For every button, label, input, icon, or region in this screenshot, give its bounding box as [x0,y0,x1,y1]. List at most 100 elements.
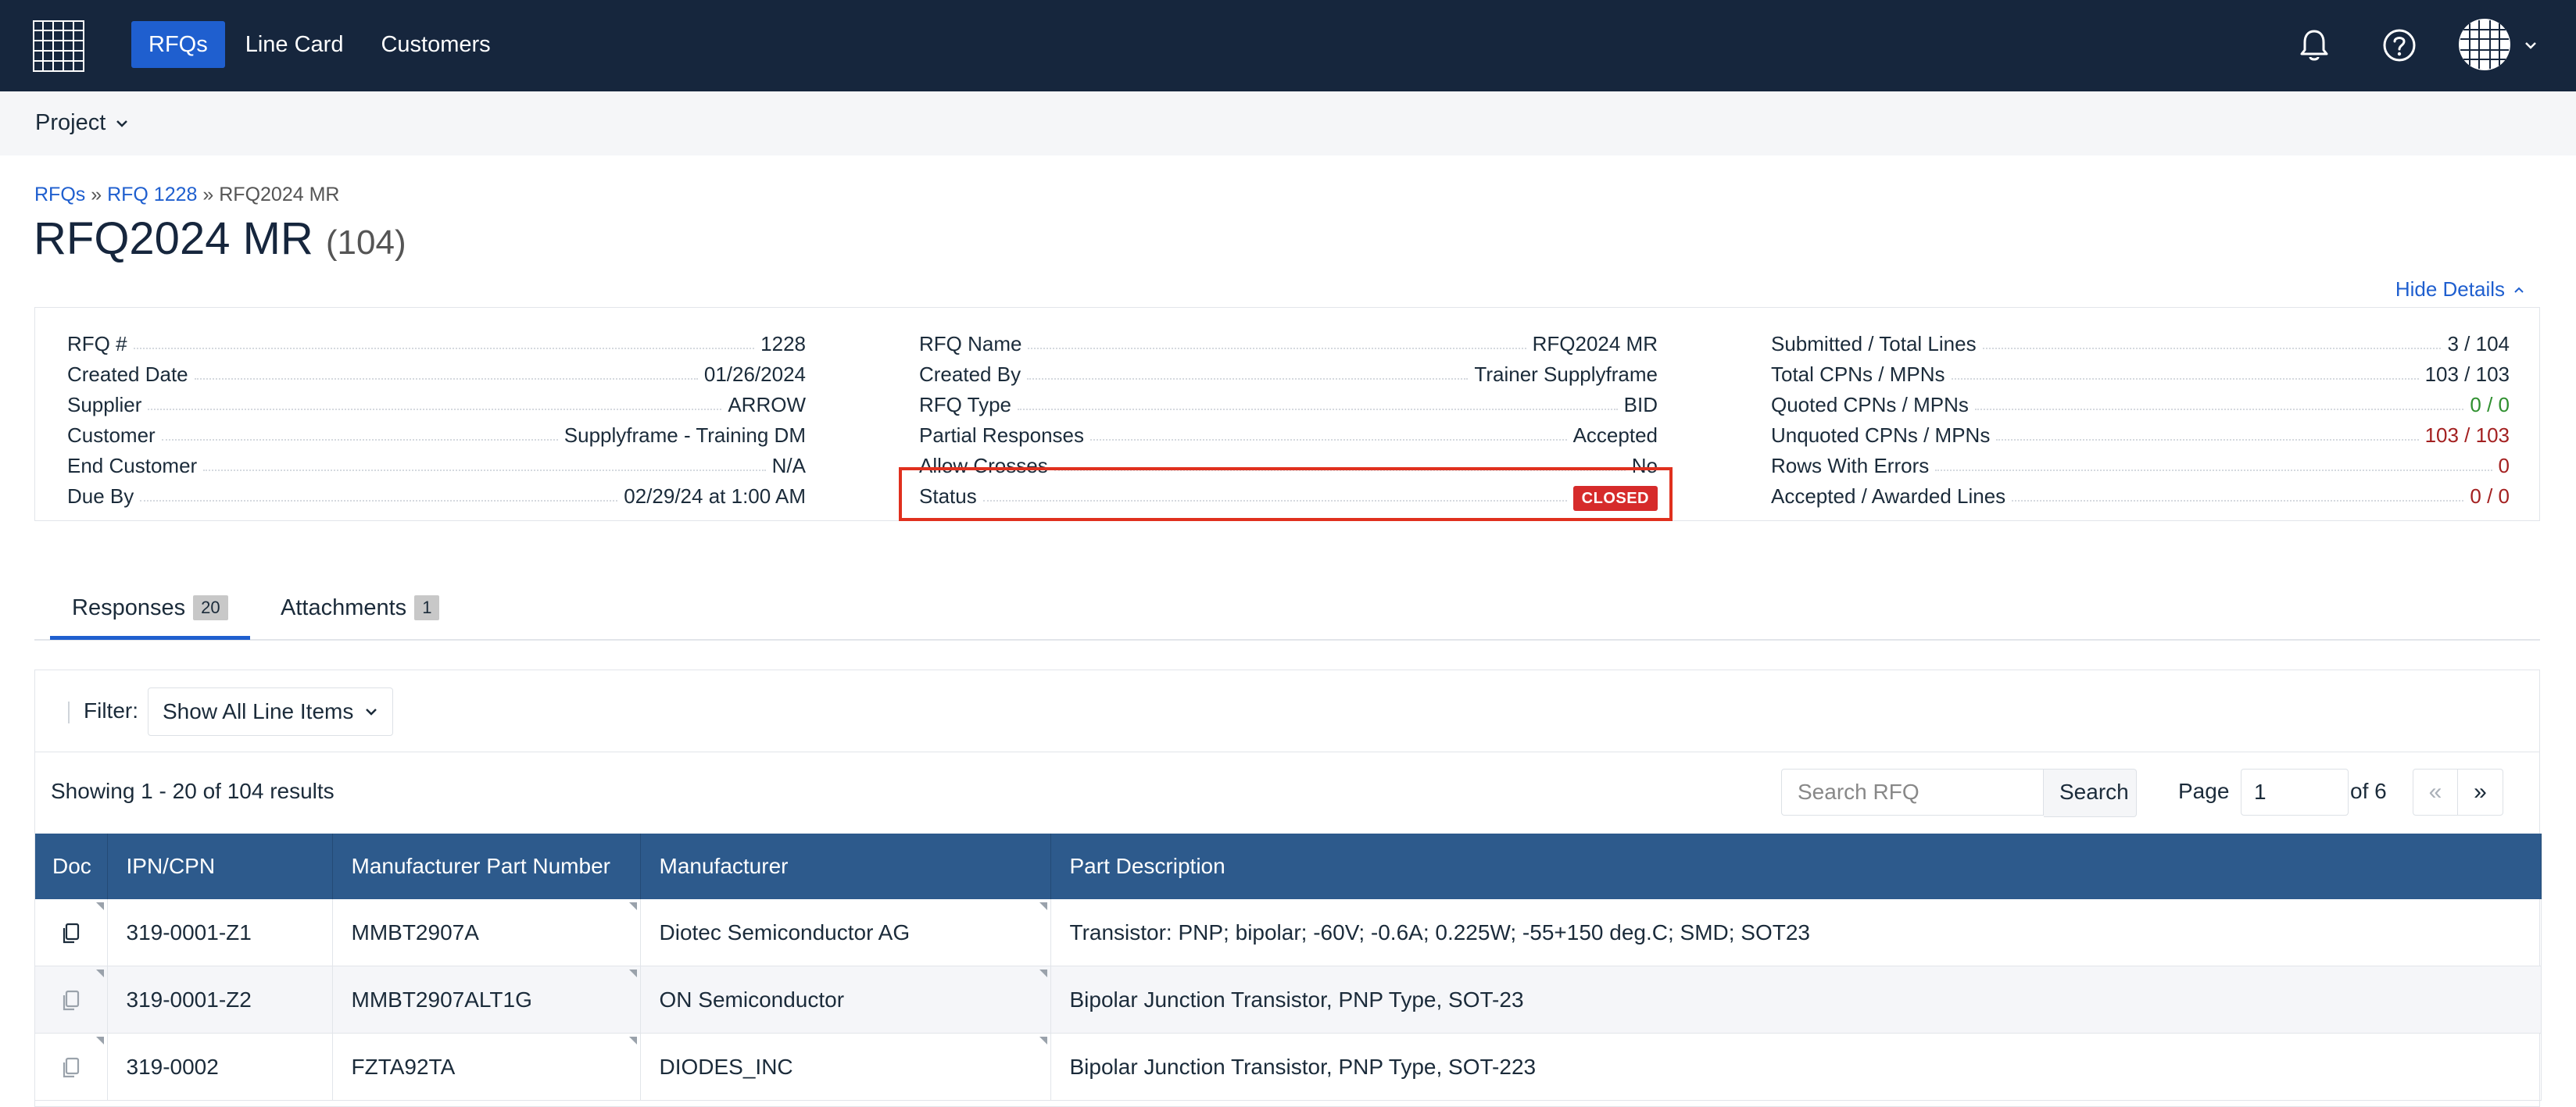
copy-document-icon[interactable] [59,989,83,1012]
tab-responses-badge: 20 [193,595,228,620]
line-items-table: Doc IPN/CPN Manufacturer Part Number Man… [35,834,2542,1101]
manufacturer-value: ON Semiconductor [659,987,845,1012]
detail-quoted-cpns: Quoted CPNs / MPNs 0 / 0 [1771,387,2510,417]
search-button[interactable]: Search [2044,769,2137,817]
column-header-doc[interactable]: Doc [35,834,108,899]
description-cell: Bipolar Junction Transistor, PNP Type, S… [1050,1033,2542,1101]
table-row[interactable]: 319-0002 FZTA92TA DIODES_INC Bipolar Jun… [35,1033,2542,1101]
copy-document-icon[interactable] [59,922,83,945]
tab-responses[interactable]: Responses 20 [50,580,250,640]
detail-label: Partial Responses [919,423,1084,447]
table-header-row: Doc IPN/CPN Manufacturer Part Number Man… [35,834,2542,899]
column-header-ipn[interactable]: IPN/CPN [107,834,333,899]
detail-customer: Customer Supplyframe - Training DM [67,417,806,448]
doc-cell[interactable] [35,1033,108,1101]
detail-value: 1228 [760,332,806,355]
tab-responses-label: Responses [72,595,186,620]
detail-label: Submitted / Total Lines [1771,332,1977,355]
detail-label: Supplier [67,393,142,416]
nav-item-customers[interactable]: Customers [363,21,507,68]
mpn-cell: FZTA92TA [332,1033,641,1101]
tab-attachments-badge: 1 [414,595,440,620]
ipn-cell: 319-0001-Z1 [107,899,333,966]
avatar-grid-icon [2460,20,2510,70]
detail-label: Created Date [67,362,188,386]
results-count: Showing 1 - 20 of 104 results [51,779,335,803]
column-header-manufacturer[interactable]: Manufacturer [640,834,1051,899]
column-header-mpn[interactable]: Manufacturer Part Number [332,834,641,899]
detail-value: 103 / 103 [2424,423,2510,447]
copy-document-icon[interactable] [59,1056,83,1080]
ipn-cell: 319-0002 [107,1033,333,1101]
detail-supplier: Supplier ARROW [67,387,806,417]
column-header-description[interactable]: Part Description [1050,834,2542,899]
detail-submitted-lines: Submitted / Total Lines 3 / 104 [1771,326,2510,356]
page-number-input[interactable]: 1 [2241,769,2349,816]
detail-value: Trainer Supplyframe [1474,362,1658,386]
chevron-up-icon [2514,287,2524,293]
sub-nav: Project [0,91,2576,155]
filter-divider [68,702,70,723]
detail-due-by: Due By 02/29/24 at 1:00 AM [67,478,806,509]
detail-value: 0 [2498,454,2510,477]
detail-label: Quoted CPNs / MPNs [1771,393,1969,416]
detail-label: Due By [67,484,134,508]
project-menu[interactable]: Project [35,110,129,136]
page-total: of 6 [2350,779,2387,803]
chevron-down-icon [366,709,377,716]
detail-end-customer: End Customer N/A [67,448,806,478]
detail-label: Total CPNs / MPNs [1771,362,1945,386]
filter-select-value: Show All Line Items [163,699,354,723]
next-page-button[interactable]: » [2458,769,2503,816]
app-grid-icon[interactable] [33,20,84,72]
tab-bar: Responses 20 Attachments 1 [34,570,2540,641]
detail-rows-with-errors: Rows With Errors 0 [1771,448,2510,478]
page-label: Page [2178,779,2230,803]
mpn-value: MMBT2907A [351,920,479,945]
doc-cell[interactable] [35,966,108,1034]
filter-select[interactable]: Show All Line Items [148,687,394,736]
breadcrumb-separator: » [91,184,102,205]
detail-value: Accepted [1572,423,1658,447]
detail-value: 02/29/24 at 1:00 AM [624,484,806,508]
manufacturer-cell: DIODES_INC [640,1033,1051,1101]
tab-attachments[interactable]: Attachments 1 [281,580,440,636]
filter-row: Filter: Show All Line Items [35,670,2539,752]
breadcrumb-rfqs[interactable]: RFQs [34,184,85,205]
page-title: RFQ2024 MR (104) [34,212,406,265]
nav-item-rfqs[interactable]: RFQs [131,21,225,68]
nav-item-line-card[interactable]: Line Card [228,21,361,68]
detail-label: Unquoted CPNs / MPNs [1771,423,1991,447]
doc-cell[interactable] [35,899,108,966]
table-row[interactable]: 319-0001-Z1 MMBT2907A Diotec Semiconduct… [35,899,2542,966]
detail-value: N/A [771,454,806,477]
responses-panel: Filter: Show All Line Items Showing 1 - … [34,670,2542,1107]
tab-attachments-label: Attachments [281,595,407,620]
detail-label: End Customer [67,454,198,477]
breadcrumb: RFQs » RFQ 1228 » RFQ2024 MR [34,184,339,206]
search-input[interactable]: Search RFQ [1781,769,2044,816]
avatar[interactable] [2459,19,2510,70]
prev-page-button[interactable]: « [2413,769,2458,816]
top-nav: RFQs Line Card Customers [0,0,2576,91]
detail-label: Customer [67,423,156,447]
mpn-cell: MMBT2907ALT1G [332,966,641,1034]
manufacturer-cell: ON Semiconductor [640,966,1051,1034]
breadcrumb-separator: » [202,184,214,205]
detail-unquoted-cpns: Unquoted CPNs / MPNs 103 / 103 [1771,417,2510,448]
detail-created-date: Created Date 01/26/2024 [67,356,806,387]
mpn-cell: MMBT2907A [332,899,641,966]
hide-details-toggle[interactable]: Hide Details [2395,277,2525,302]
detail-label: RFQ Type [919,393,1012,416]
table-row[interactable]: 319-0001-Z2 MMBT2907ALT1G ON Semiconduct… [35,966,2542,1034]
chevron-down-icon[interactable] [2523,37,2538,53]
detail-label: RFQ Name [919,332,1022,355]
help-icon[interactable] [2382,28,2417,62]
page-title-count: (104) [325,223,406,262]
page-title-name: RFQ2024 MR [34,213,313,264]
mpn-value: MMBT2907ALT1G [351,987,532,1012]
bell-icon[interactable] [2298,28,2331,62]
hide-details-label: Hide Details [2395,277,2505,301]
detail-label: Rows With Errors [1771,454,1930,477]
breadcrumb-rfq-1228[interactable]: RFQ 1228 [107,184,197,205]
